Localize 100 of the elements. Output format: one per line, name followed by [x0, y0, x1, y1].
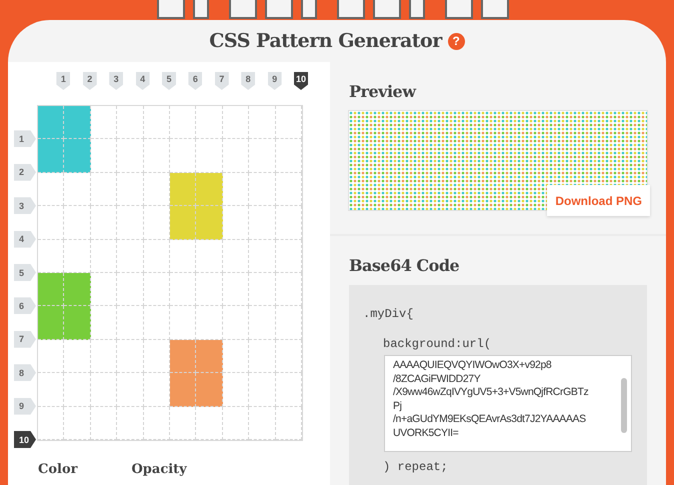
empty-cell[interactable]: [222, 306, 250, 340]
empty-cell[interactable]: [117, 406, 144, 440]
filled-cell[interactable]: [38, 306, 64, 340]
filled-cell[interactable]: [38, 273, 64, 306]
empty-cell[interactable]: [222, 406, 250, 440]
filled-cell[interactable]: [170, 172, 196, 206]
empty-cell[interactable]: [117, 106, 144, 140]
column-tag[interactable]: 6: [188, 72, 202, 90]
empty-cell[interactable]: [117, 206, 144, 240]
empty-cell[interactable]: [117, 172, 144, 206]
empty-cell[interactable]: [276, 172, 302, 206]
download-png-button[interactable]: Download PNG: [547, 185, 650, 216]
filled-cell[interactable]: [196, 340, 223, 374]
empty-cell[interactable]: [276, 340, 302, 374]
filled-cell[interactable]: [196, 172, 223, 206]
row-tag[interactable]: 3: [14, 197, 36, 214]
empty-cell[interactable]: [222, 139, 250, 173]
empty-cell[interactable]: [117, 139, 144, 173]
empty-cell[interactable]: [90, 340, 118, 374]
filled-cell[interactable]: [170, 373, 196, 407]
row-tag[interactable]: 7: [14, 330, 36, 348]
empty-cell[interactable]: [249, 106, 276, 140]
empty-cell[interactable]: [90, 172, 118, 206]
empty-cell[interactable]: [249, 273, 276, 306]
filled-cell[interactable]: [64, 306, 91, 340]
empty-cell[interactable]: [276, 306, 302, 340]
empty-cell[interactable]: [222, 172, 250, 206]
empty-cell[interactable]: [276, 406, 302, 440]
scrollbar[interactable]: [621, 378, 627, 433]
empty-cell[interactable]: [276, 139, 302, 173]
empty-cell[interactable]: [117, 240, 144, 273]
column-tag[interactable]: 3: [109, 72, 124, 90]
column-tag[interactable]: 5: [162, 72, 176, 90]
empty-cell[interactable]: [90, 106, 118, 140]
empty-cell[interactable]: [249, 206, 276, 240]
empty-cell[interactable]: [117, 273, 144, 306]
row-tag[interactable]: 9: [14, 398, 36, 415]
row-tag[interactable]: 8: [14, 364, 36, 382]
empty-cell[interactable]: [90, 373, 118, 407]
empty-cell[interactable]: [117, 373, 144, 407]
row-tag[interactable]: 6: [14, 297, 36, 314]
empty-cell[interactable]: [196, 106, 223, 140]
column-tag[interactable]: 9: [268, 72, 282, 90]
empty-cell[interactable]: [38, 206, 64, 240]
empty-cell[interactable]: [222, 106, 250, 140]
empty-cell[interactable]: [249, 139, 276, 173]
empty-cell[interactable]: [144, 306, 170, 340]
empty-cell[interactable]: [249, 240, 276, 273]
empty-cell[interactable]: [196, 273, 223, 306]
empty-cell[interactable]: [249, 306, 276, 340]
filled-cell[interactable]: [38, 106, 64, 140]
empty-cell[interactable]: [276, 273, 302, 306]
column-tag[interactable]: 1: [56, 72, 70, 90]
empty-cell[interactable]: [276, 206, 302, 240]
column-tag[interactable]: 4: [136, 72, 150, 90]
empty-cell[interactable]: [249, 373, 276, 407]
empty-cell[interactable]: [90, 306, 118, 340]
empty-cell[interactable]: [38, 406, 64, 440]
empty-cell[interactable]: [276, 373, 302, 407]
help-button[interactable]: ?: [448, 32, 465, 50]
empty-cell[interactable]: [64, 206, 91, 240]
filled-cell[interactable]: [64, 273, 91, 306]
empty-cell[interactable]: [222, 373, 250, 407]
row-tag[interactable]: 2: [14, 164, 36, 181]
empty-cell[interactable]: [90, 273, 118, 306]
empty-cell[interactable]: [144, 406, 170, 440]
empty-cell[interactable]: [90, 406, 118, 440]
row-tag[interactable]: 1: [14, 130, 36, 148]
empty-cell[interactable]: [90, 139, 118, 173]
empty-cell[interactable]: [117, 340, 144, 374]
empty-cell[interactable]: [249, 406, 276, 440]
code-field[interactable]: AAAAQUIEQVQYIWOwO3X+v92p8 /8ZCAGiFWIDD27Y /X9ww46wZqIVYgUV5+3+V5wnQjfRCrGBTz Pj /n+aGUdYM9EKsQEAvrAs3dt7J2YAAAAAS UVORK5CYII=: [384, 355, 632, 452]
pattern-grid[interactable]: [38, 106, 302, 440]
filled-cell[interactable]: [38, 139, 64, 173]
empty-cell[interactable]: [64, 406, 91, 440]
empty-cell[interactable]: [276, 240, 302, 273]
empty-cell[interactable]: [170, 106, 196, 140]
empty-cell[interactable]: [117, 306, 144, 340]
column-tag[interactable]: 8: [241, 72, 256, 90]
empty-cell[interactable]: [249, 172, 276, 206]
column-tag[interactable]: 2: [82, 72, 97, 90]
empty-cell[interactable]: [38, 373, 64, 407]
filled-cell[interactable]: [64, 139, 91, 173]
empty-cell[interactable]: [170, 273, 196, 306]
empty-cell[interactable]: [144, 106, 170, 140]
row-tag[interactable]: 4: [14, 230, 36, 248]
filled-cell[interactable]: [64, 106, 91, 140]
empty-cell[interactable]: [222, 240, 250, 273]
empty-cell[interactable]: [144, 273, 170, 306]
column-tag[interactable]: 7: [214, 72, 229, 90]
empty-cell[interactable]: [222, 206, 250, 240]
empty-cell[interactable]: [276, 106, 302, 140]
column-tag[interactable]: 10: [294, 72, 308, 90]
empty-cell[interactable]: [90, 240, 118, 273]
empty-cell[interactable]: [144, 139, 170, 173]
filled-cell[interactable]: [196, 373, 223, 407]
empty-cell[interactable]: [249, 340, 276, 374]
filled-cell[interactable]: [196, 206, 223, 240]
filled-cell[interactable]: [170, 340, 196, 374]
empty-cell[interactable]: [222, 273, 250, 306]
